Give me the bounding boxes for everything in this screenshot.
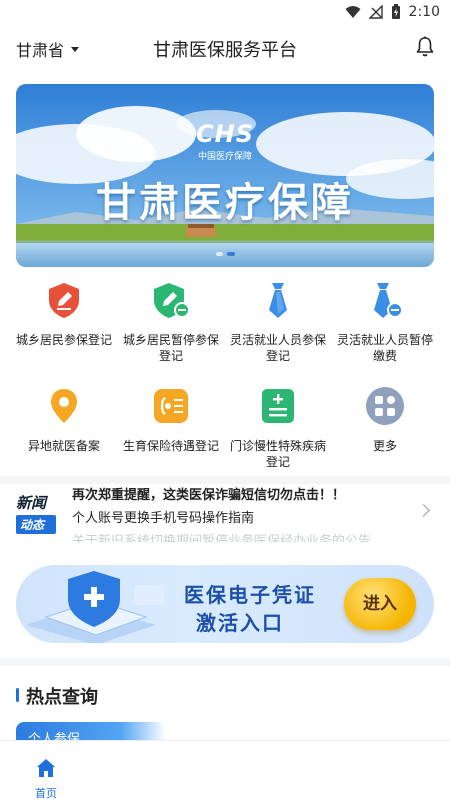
hot-section-title: 热点查询 <box>26 687 98 708</box>
section-divider <box>0 658 450 666</box>
service-urban-rural-suspend[interactable]: 城乡居民暂停参保登记 <box>117 280 225 364</box>
service-offsite-medical[interactable]: 异地就医备案 <box>10 386 118 454</box>
service-maternity[interactable]: 生育保险待遇登记 <box>117 386 225 454</box>
service-label: 门诊慢性特殊疾病登记 <box>229 439 326 469</box>
service-label: 异地就医备案 <box>27 439 100 453</box>
service-label: 城乡居民参保登记 <box>15 333 112 347</box>
maternity-icon <box>154 389 188 423</box>
section-divider <box>0 476 450 484</box>
service-label: 更多 <box>372 439 397 453</box>
e-voucher-banner[interactable]: 医保电子凭证 激活入口 进入 <box>16 565 434 643</box>
service-chronic-disease[interactable]: 门诊慢性特殊疾病登记 <box>224 386 332 470</box>
service-label: 灵活就业人员参保登记 <box>229 333 326 363</box>
service-urban-rural-enroll[interactable]: 城乡居民参保登记 <box>10 280 118 348</box>
bell-icon <box>416 36 434 57</box>
service-label: 生育保险待遇登记 <box>122 439 219 453</box>
news-item[interactable]: 个人账号更换手机号码操作指南 <box>72 507 254 526</box>
service-flexible-enroll[interactable]: 灵活就业人员参保登记 <box>224 280 332 364</box>
news-ticker[interactable]: 新闻 动态 再次郑重提醒，这类医保诈骗短信切勿点击！！ 个人账号更换手机号码操作… <box>0 486 450 542</box>
battery-icon <box>391 4 400 19</box>
notification-button[interactable] <box>416 36 434 62</box>
section-accent-bar <box>16 688 19 702</box>
tie-icon <box>269 283 287 318</box>
chs-logo: CHS <box>196 120 254 148</box>
news-badge-top: 新闻 <box>16 494 47 512</box>
more-icon <box>366 387 404 425</box>
status-bar: 2:10 <box>0 0 450 26</box>
app-header: 甘肃省 甘肃医保服务平台 <box>0 26 450 70</box>
chevron-right-icon[interactable] <box>417 504 430 517</box>
tie-minus-icon <box>374 283 403 318</box>
service-label: 城乡居民暂停参保登记 <box>122 333 219 363</box>
location-pin-icon <box>51 389 77 423</box>
nav-home[interactable]: 首页 <box>22 757 70 800</box>
banner-title: 甘肃医疗保障 <box>96 180 354 226</box>
promo-title: 医保电子凭证 <box>184 583 316 607</box>
news-badge: 新闻 动态 <box>16 492 60 534</box>
news-item[interactable]: 再次郑重提醒，这类医保诈骗短信切勿点击！！ <box>72 486 345 503</box>
wifi-icon <box>345 6 361 18</box>
shield-pen-icon <box>49 283 79 318</box>
bottom-nav: 首页 <box>0 740 450 800</box>
banner-carousel[interactable]: CHS 中国医疗保障 甘肃医疗保障 <box>16 84 434 267</box>
signal-off-icon <box>368 5 383 19</box>
news-item[interactable]: 关于新旧系统切换期间暂停业务医保经办业务的公告 <box>72 530 371 542</box>
chs-logo-subtitle: 中国医疗保障 <box>197 152 252 162</box>
news-badge-bottom: 动态 <box>16 515 56 534</box>
carousel-dot <box>216 252 223 256</box>
service-flexible-suspend[interactable]: 灵活就业人员暂停缴费 <box>331 280 439 364</box>
promo-subtitle: 激活入口 <box>196 611 284 635</box>
nav-home-label: 首页 <box>35 787 57 800</box>
carousel-indicator <box>216 252 235 256</box>
carousel-dot-active <box>227 252 235 256</box>
banner-logo: CHS 中国医疗保障 <box>16 120 434 162</box>
status-icons: 2:10 <box>345 4 440 20</box>
phone-shield-illustration <box>26 571 164 643</box>
clinic-icon <box>262 389 294 423</box>
service-more[interactable]: 更多 <box>331 386 439 454</box>
enter-button[interactable]: 进入 <box>344 578 416 630</box>
status-time: 2:10 <box>408 4 440 20</box>
page-title: 甘肃医保服务平台 <box>153 40 297 61</box>
shield-pen-minus-icon <box>154 283 190 318</box>
service-label: 灵活就业人员暂停缴费 <box>336 333 433 363</box>
home-icon <box>37 759 55 777</box>
